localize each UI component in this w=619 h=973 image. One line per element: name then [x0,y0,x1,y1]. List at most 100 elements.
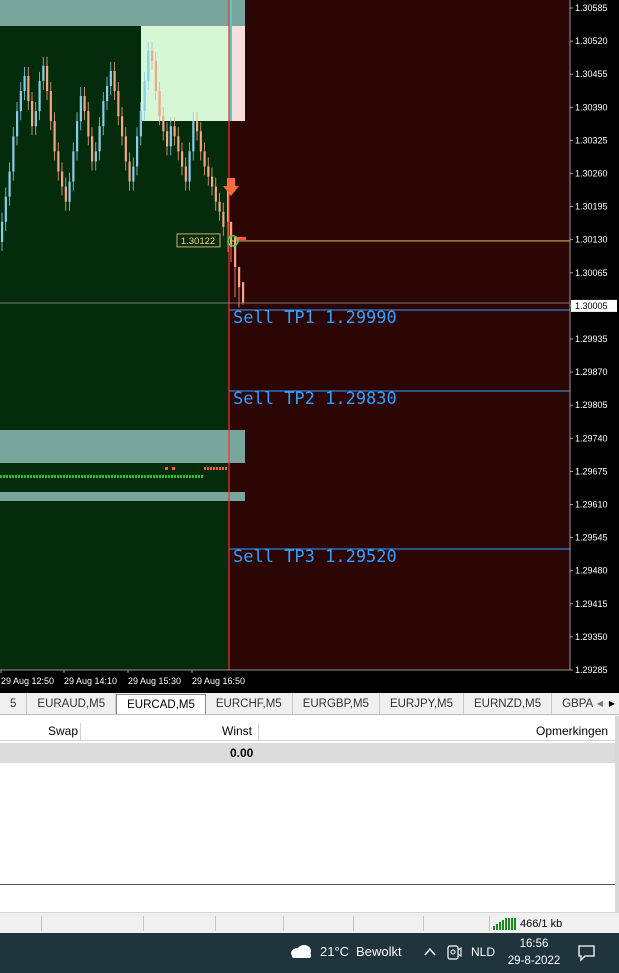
clock-date: 29-8-2022 [507,955,561,967]
supply-zone-top [0,0,245,26]
tab-eurchf[interactable]: EURCHF,M5 [206,693,293,714]
indicator-dot [216,467,218,470]
indicator-dot [201,475,203,478]
system-clock[interactable]: 16:56 29-8-2022 [502,936,566,970]
indicator-dot [6,475,8,478]
candle-body [1,221,4,242]
indicator-dot [12,475,14,478]
candle-body [76,121,79,152]
tab-eurjpy[interactable]: EURJPY,M5 [380,693,465,714]
tab-eurcad[interactable]: EURCAD,M5 [116,694,206,714]
indicator-dot [138,475,140,478]
candle-body [143,80,146,112]
indicator-dot [135,475,137,478]
indicator-dot [60,475,62,478]
indicator-dot [183,475,185,478]
price-tick-label: 1.29545 [575,533,608,543]
total-profit: 0.00 [230,746,254,760]
price-tick-label: 1.30130 [575,235,608,245]
terminal-panel: Swap Winst Opmerkingen 0.00 [0,716,619,912]
candle-body [177,136,180,152]
chart-canvas[interactable]: 1.30122 Sell TP1 1.29990 Sell TP2 1.29830 S… [0,0,619,693]
indicator-dot [72,475,74,478]
tab-scroll: ◀ ▶ [592,693,619,714]
indicator-dot [102,475,104,478]
candle-body [238,267,241,288]
price-tick-label: 1.30520 [575,36,608,46]
weather-widget[interactable]: 21°C Bewolkt [289,943,402,959]
candle-body [68,181,71,202]
chevron-up-icon[interactable] [424,944,436,960]
candle-body [124,136,127,162]
price-tick-label: 1.29285 [575,665,608,675]
tab-scroll-right-icon[interactable]: ▶ [609,699,615,708]
indicator-dot [84,475,86,478]
indicator-dot [147,475,149,478]
candle-body [109,70,112,86]
indicator-dot [132,475,134,478]
column-divider[interactable] [258,723,259,741]
price-tick-label: 1.29740 [575,433,608,443]
indicator-dot [162,475,164,478]
time-tick-label: 29 Aug 14:10 [64,676,117,686]
column-comment[interactable]: Opmerkingen [536,724,608,738]
indicator-dot [66,475,68,478]
tab-eurgbp[interactable]: EURGBP,M5 [293,693,380,714]
indicator-dot [90,475,92,478]
status-divider [143,916,144,931]
tab-prev-partial[interactable]: 5 [0,693,28,714]
candle-body [53,121,56,152]
status-divider [41,916,42,931]
indicator-dot [45,475,47,478]
indicator-dot [9,475,11,478]
candle-body [211,176,214,187]
column-divider[interactable] [80,723,81,741]
column-swap[interactable]: Swap [48,724,78,738]
candle-body [102,101,105,127]
panel-divider [0,884,615,885]
candle-body [132,166,135,182]
indicator-dot [129,475,131,478]
candle-body [64,186,67,202]
target-zone-extension [230,26,245,121]
candle-body [218,201,221,212]
status-divider [423,916,424,931]
candle-body [94,151,97,162]
candle-body [192,121,195,152]
demand-zone [0,430,245,463]
indicator-dot [159,475,161,478]
tp-label: Sell TP2 1.29830 [233,389,397,409]
notification-icon[interactable] [577,943,597,963]
candle-body [184,166,187,182]
candle-body [46,65,49,92]
candle-body [162,116,165,132]
indicator-dot [87,475,89,478]
candle-body [207,166,210,177]
tab-scroll-left-icon[interactable]: ◀ [597,699,603,708]
indicator-dot [51,475,53,478]
indicator-dot [171,475,173,478]
indicator-dot [120,475,122,478]
connection-status[interactable]: 466/1 kb [493,916,562,931]
indicator-dot [117,475,119,478]
table-header: Swap Winst Opmerkingen [0,719,615,741]
total-row[interactable]: 0.00 [0,743,615,763]
indicator-dot [198,475,200,478]
tab-euraud[interactable]: EURAUD,M5 [27,693,117,714]
indicator-dot [177,475,179,478]
tab-eurnzd[interactable]: EURNZD,M5 [464,693,553,714]
meet-now-icon[interactable] [446,944,462,962]
indicator-dot [3,475,5,478]
input-language[interactable]: NLD [471,945,495,959]
candle-body [166,131,169,147]
price-tick-label: 1.29480 [575,566,608,576]
column-profit[interactable]: Winst [222,724,252,738]
clock-time: 16:56 [519,938,549,950]
price-tick-label: 1.30065 [575,268,608,278]
tp-label: Sell TP3 1.29520 [233,547,397,567]
candle-body [106,85,109,102]
price-tick-label: 1.30325 [575,135,608,145]
screen: 1.30122 Sell TP1 1.29990 Sell TP2 1.29830 S… [0,0,619,973]
price-chart[interactable]: 1.30122 Sell TP1 1.29990 Sell TP2 1.29830 S… [0,0,619,693]
indicator-dot [186,475,188,478]
